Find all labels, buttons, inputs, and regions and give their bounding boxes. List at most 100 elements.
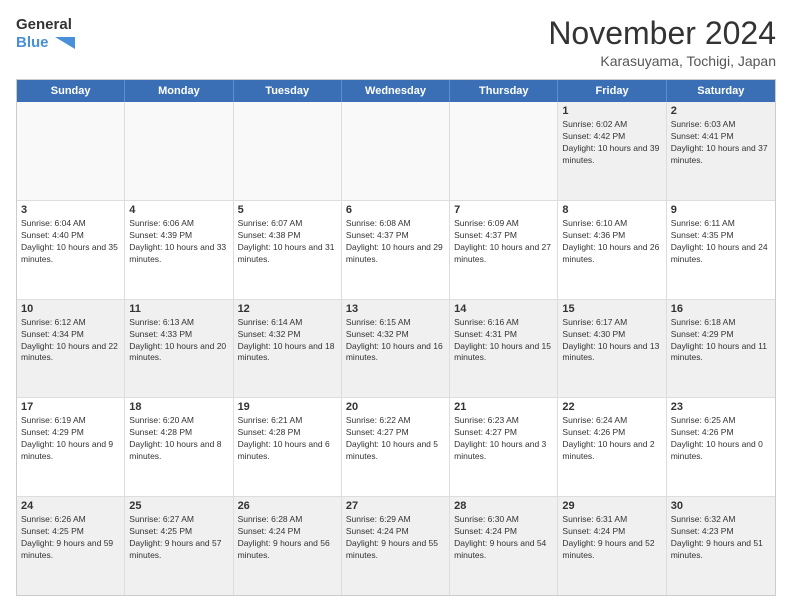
day-info: Sunrise: 6:29 AM Sunset: 4:24 PM Dayligh…	[346, 514, 445, 562]
calendar-header: SundayMondayTuesdayWednesdayThursdayFrid…	[17, 80, 775, 102]
day-info: Sunrise: 6:31 AM Sunset: 4:24 PM Dayligh…	[562, 514, 661, 562]
day-info: Sunrise: 6:22 AM Sunset: 4:27 PM Dayligh…	[346, 415, 445, 463]
day-number: 13	[346, 303, 445, 315]
day-number: 5	[238, 204, 337, 216]
day-info: Sunrise: 6:03 AM Sunset: 4:41 PM Dayligh…	[671, 119, 771, 167]
day-number: 10	[21, 303, 120, 315]
day-info: Sunrise: 6:04 AM Sunset: 4:40 PM Dayligh…	[21, 218, 120, 266]
day-number: 9	[671, 204, 771, 216]
page: General Blue November 2024 Karasuyama, T…	[0, 0, 792, 612]
day-info: Sunrise: 6:20 AM Sunset: 4:28 PM Dayligh…	[129, 415, 228, 463]
day-number: 8	[562, 204, 661, 216]
day-number: 20	[346, 401, 445, 413]
day-cell: 3 Sunrise: 6:04 AM Sunset: 4:40 PM Daylig…	[17, 201, 125, 299]
day-header: Sunday	[17, 80, 125, 102]
day-info: Sunrise: 6:02 AM Sunset: 4:42 PM Dayligh…	[562, 119, 661, 167]
day-number: 29	[562, 500, 661, 512]
calendar-body: 1 Sunrise: 6:02 AM Sunset: 4:42 PM Daylig…	[17, 102, 775, 595]
day-number: 15	[562, 303, 661, 315]
main-title: November 2024	[548, 16, 776, 51]
day-number: 30	[671, 500, 771, 512]
day-cell: 24Sunrise: 6:26 AM Sunset: 4:25 PM Dayli…	[17, 497, 125, 595]
day-cell: 1 Sunrise: 6:02 AM Sunset: 4:42 PM Daylig…	[558, 102, 666, 200]
day-number: 1	[562, 105, 661, 117]
day-number: 4	[129, 204, 228, 216]
day-info: Sunrise: 6:28 AM Sunset: 4:24 PM Dayligh…	[238, 514, 337, 562]
logo: General Blue	[16, 16, 75, 52]
day-info: Sunrise: 6:19 AM Sunset: 4:29 PM Dayligh…	[21, 415, 120, 463]
empty-cell	[234, 102, 342, 200]
day-cell: 9 Sunrise: 6:11 AM Sunset: 4:35 PM Daylig…	[667, 201, 775, 299]
day-number: 19	[238, 401, 337, 413]
day-cell: 21Sunrise: 6:23 AM Sunset: 4:27 PM Dayli…	[450, 398, 558, 496]
day-number: 11	[129, 303, 228, 315]
day-cell: 10 Sunrise: 6:12 AM Sunset: 4:34 PM Dayli…	[17, 300, 125, 398]
subtitle: Karasuyama, Tochigi, Japan	[548, 53, 776, 69]
day-cell: 6 Sunrise: 6:08 AM Sunset: 4:37 PM Daylig…	[342, 201, 450, 299]
day-number: 23	[671, 401, 771, 413]
day-cell: 7 Sunrise: 6:09 AM Sunset: 4:37 PM Daylig…	[450, 201, 558, 299]
day-info: Sunrise: 6:17 AM Sunset: 4:30 PM Dayligh…	[562, 317, 661, 365]
day-number: 14	[454, 303, 553, 315]
empty-cell	[450, 102, 558, 200]
day-info: Sunrise: 6:06 AM Sunset: 4:39 PM Dayligh…	[129, 218, 228, 266]
day-info: Sunrise: 6:07 AM Sunset: 4:38 PM Dayligh…	[238, 218, 337, 266]
calendar-row: 17Sunrise: 6:19 AM Sunset: 4:29 PM Dayli…	[17, 398, 775, 497]
day-number: 18	[129, 401, 228, 413]
empty-cell	[17, 102, 125, 200]
day-cell: 30 Sunrise: 6:32 AM Sunset: 4:23 PM Dayli…	[667, 497, 775, 595]
day-cell: 29 Sunrise: 6:31 AM Sunset: 4:24 PM Dayli…	[558, 497, 666, 595]
day-cell: 8 Sunrise: 6:10 AM Sunset: 4:36 PM Daylig…	[558, 201, 666, 299]
calendar: SundayMondayTuesdayWednesdayThursdayFrid…	[16, 79, 776, 596]
day-cell: 22 Sunrise: 6:24 AM Sunset: 4:26 PM Dayli…	[558, 398, 666, 496]
calendar-row: 1 Sunrise: 6:02 AM Sunset: 4:42 PM Daylig…	[17, 102, 775, 201]
day-number: 2	[671, 105, 771, 117]
day-info: Sunrise: 6:24 AM Sunset: 4:26 PM Dayligh…	[562, 415, 661, 463]
day-cell: 28 Sunrise: 6:30 AM Sunset: 4:24 PM Dayli…	[450, 497, 558, 595]
day-info: Sunrise: 6:32 AM Sunset: 4:23 PM Dayligh…	[671, 514, 771, 562]
day-cell: 27 Sunrise: 6:29 AM Sunset: 4:24 PM Dayli…	[342, 497, 450, 595]
day-number: 26	[238, 500, 337, 512]
day-cell: 15 Sunrise: 6:17 AM Sunset: 4:30 PM Dayli…	[558, 300, 666, 398]
day-cell: 17Sunrise: 6:19 AM Sunset: 4:29 PM Dayli…	[17, 398, 125, 496]
day-header: Tuesday	[234, 80, 342, 102]
day-cell: 4 Sunrise: 6:06 AM Sunset: 4:39 PM Daylig…	[125, 201, 233, 299]
day-cell: 5 Sunrise: 6:07 AM Sunset: 4:38 PM Daylig…	[234, 201, 342, 299]
logo-text: General Blue	[16, 16, 75, 52]
day-info: Sunrise: 6:11 AM Sunset: 4:35 PM Dayligh…	[671, 218, 771, 266]
day-cell: 13 Sunrise: 6:15 AM Sunset: 4:32 PM Dayli…	[342, 300, 450, 398]
calendar-row: 24Sunrise: 6:26 AM Sunset: 4:25 PM Dayli…	[17, 497, 775, 595]
day-number: 7	[454, 204, 553, 216]
day-number: 16	[671, 303, 771, 315]
calendar-row: 3 Sunrise: 6:04 AM Sunset: 4:40 PM Daylig…	[17, 201, 775, 300]
day-cell: 2 Sunrise: 6:03 AM Sunset: 4:41 PM Daylig…	[667, 102, 775, 200]
day-cell: 23Sunrise: 6:25 AM Sunset: 4:26 PM Dayli…	[667, 398, 775, 496]
calendar-row: 10 Sunrise: 6:12 AM Sunset: 4:34 PM Dayli…	[17, 300, 775, 399]
day-cell: 25Sunrise: 6:27 AM Sunset: 4:25 PM Dayli…	[125, 497, 233, 595]
day-cell: 11 Sunrise: 6:13 AM Sunset: 4:33 PM Dayli…	[125, 300, 233, 398]
day-info: Sunrise: 6:15 AM Sunset: 4:32 PM Dayligh…	[346, 317, 445, 365]
day-header: Wednesday	[342, 80, 450, 102]
day-info: Sunrise: 6:21 AM Sunset: 4:28 PM Dayligh…	[238, 415, 337, 463]
day-number: 3	[21, 204, 120, 216]
day-info: Sunrise: 6:09 AM Sunset: 4:37 PM Dayligh…	[454, 218, 553, 266]
day-info: Sunrise: 6:10 AM Sunset: 4:36 PM Dayligh…	[562, 218, 661, 266]
day-info: Sunrise: 6:30 AM Sunset: 4:24 PM Dayligh…	[454, 514, 553, 562]
day-info: Sunrise: 6:13 AM Sunset: 4:33 PM Dayligh…	[129, 317, 228, 365]
day-number: 27	[346, 500, 445, 512]
day-cell: 26 Sunrise: 6:28 AM Sunset: 4:24 PM Dayli…	[234, 497, 342, 595]
day-info: Sunrise: 6:18 AM Sunset: 4:29 PM Dayligh…	[671, 317, 771, 365]
day-cell: 16 Sunrise: 6:18 AM Sunset: 4:29 PM Dayli…	[667, 300, 775, 398]
day-info: Sunrise: 6:23 AM Sunset: 4:27 PM Dayligh…	[454, 415, 553, 463]
day-cell: 12 Sunrise: 6:14 AM Sunset: 4:32 PM Dayli…	[234, 300, 342, 398]
title-block: November 2024 Karasuyama, Tochigi, Japan	[548, 16, 776, 69]
day-number: 22	[562, 401, 661, 413]
day-info: Sunrise: 6:12 AM Sunset: 4:34 PM Dayligh…	[21, 317, 120, 365]
day-number: 12	[238, 303, 337, 315]
day-number: 28	[454, 500, 553, 512]
day-info: Sunrise: 6:08 AM Sunset: 4:37 PM Dayligh…	[346, 218, 445, 266]
day-info: Sunrise: 6:14 AM Sunset: 4:32 PM Dayligh…	[238, 317, 337, 365]
day-number: 6	[346, 204, 445, 216]
day-info: Sunrise: 6:16 AM Sunset: 4:31 PM Dayligh…	[454, 317, 553, 365]
empty-cell	[342, 102, 450, 200]
